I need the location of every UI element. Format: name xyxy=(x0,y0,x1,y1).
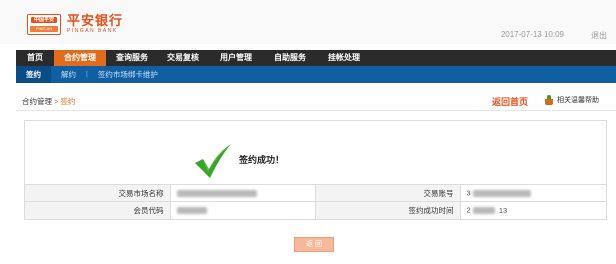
sign-time-suffix: 13 xyxy=(498,206,508,215)
sign-time-prefix: 2 xyxy=(466,206,471,215)
main-nav: 首页 合约管理 查询服务 交易复核 用户管理 自助服务 挂帐处理 xyxy=(16,50,616,66)
logout-link[interactable]: 退出 xyxy=(591,30,607,41)
subnav-item-card-binding[interactable]: 签约市场绑卡维护 xyxy=(88,66,168,83)
nav-item-self-service[interactable]: 自助服务 xyxy=(264,50,316,66)
nav-item-home[interactable]: 首页 xyxy=(16,50,54,66)
subnav-item-sign[interactable]: 签约 xyxy=(16,66,51,83)
nav-item-transaction-review[interactable]: 交易复核 xyxy=(158,50,208,66)
redacted-value xyxy=(176,189,257,197)
current-datetime: 2017-07-13 10:09 xyxy=(500,30,564,39)
subnav-item-cancel[interactable]: 解约 xyxy=(51,66,86,83)
bank-name-en: PINGAN BANK xyxy=(67,28,118,34)
market-name-label: 交易市场名称 xyxy=(25,184,171,202)
redacted-value xyxy=(472,207,495,214)
member-code-value xyxy=(170,201,316,219)
nav-item-user-management[interactable]: 用户管理 xyxy=(208,50,264,66)
breadcrumb-bar: 合约管理 > 签约 返回首页 相关温馨帮助 xyxy=(16,93,616,111)
account-label: 交易账号 xyxy=(315,184,461,202)
help-link[interactable]: 相关温馨帮助 xyxy=(544,95,599,105)
success-text: 签约成功！ xyxy=(239,154,285,165)
breadcrumb-current: 签约 xyxy=(60,97,76,106)
table-row: 会员代码 签约成功时间 2 13 xyxy=(25,201,606,219)
check-icon xyxy=(195,144,231,178)
nav-item-pending-account[interactable]: 挂帐处理 xyxy=(316,50,372,66)
plant-pot-icon xyxy=(544,95,554,105)
pingan-logo-icon: 中国平安 PING AN xyxy=(27,14,61,35)
result-panel: 签约成功！ 交易市场名称 交易账号 3 会员代码 签约成功时间 2 13 xyxy=(24,120,607,220)
member-code-label: 会员代码 xyxy=(25,201,171,219)
bank-logo[interactable]: 中国平安 PING AN 平安银行 PINGAN BANK xyxy=(27,14,123,35)
market-name-value xyxy=(170,184,316,202)
info-table: 交易市场名称 交易账号 3 会员代码 签约成功时间 2 13 xyxy=(25,184,606,219)
breadcrumb: 合约管理 > 签约 xyxy=(22,96,75,107)
table-row: 交易市场名称 交易账号 3 xyxy=(25,184,606,202)
sign-time-value: 2 13 xyxy=(460,201,606,219)
redacted-value xyxy=(472,189,531,197)
back-home-link[interactable]: 返回首页 xyxy=(492,95,528,108)
account-value-text: 3 xyxy=(466,188,471,198)
breadcrumb-separator: > xyxy=(54,97,59,106)
help-label: 相关温馨帮助 xyxy=(557,97,599,104)
redacted-value xyxy=(176,207,207,214)
success-message: 签约成功！ xyxy=(193,143,284,179)
breadcrumb-parent[interactable]: 合约管理 xyxy=(22,97,52,106)
return-button[interactable]: 返 回 xyxy=(294,237,334,252)
page-header: 中国平安 PING AN 平安银行 PINGAN BANK 2017-07-13… xyxy=(0,0,616,44)
nav-item-query-service[interactable]: 查询服务 xyxy=(106,50,158,66)
bank-name-cn: 平安银行 xyxy=(67,13,124,28)
nav-item-contract-management[interactable]: 合约管理 xyxy=(54,50,106,66)
account-value: 3 xyxy=(460,184,606,202)
sign-time-label: 签约成功时间 xyxy=(315,201,461,219)
logo-badge-top-text: 中国平安 xyxy=(33,17,54,23)
logo-badge-bottom-text: PING AN xyxy=(35,26,53,31)
sub-nav: 签约 解约 | 签约市场绑卡维护 xyxy=(16,66,616,83)
